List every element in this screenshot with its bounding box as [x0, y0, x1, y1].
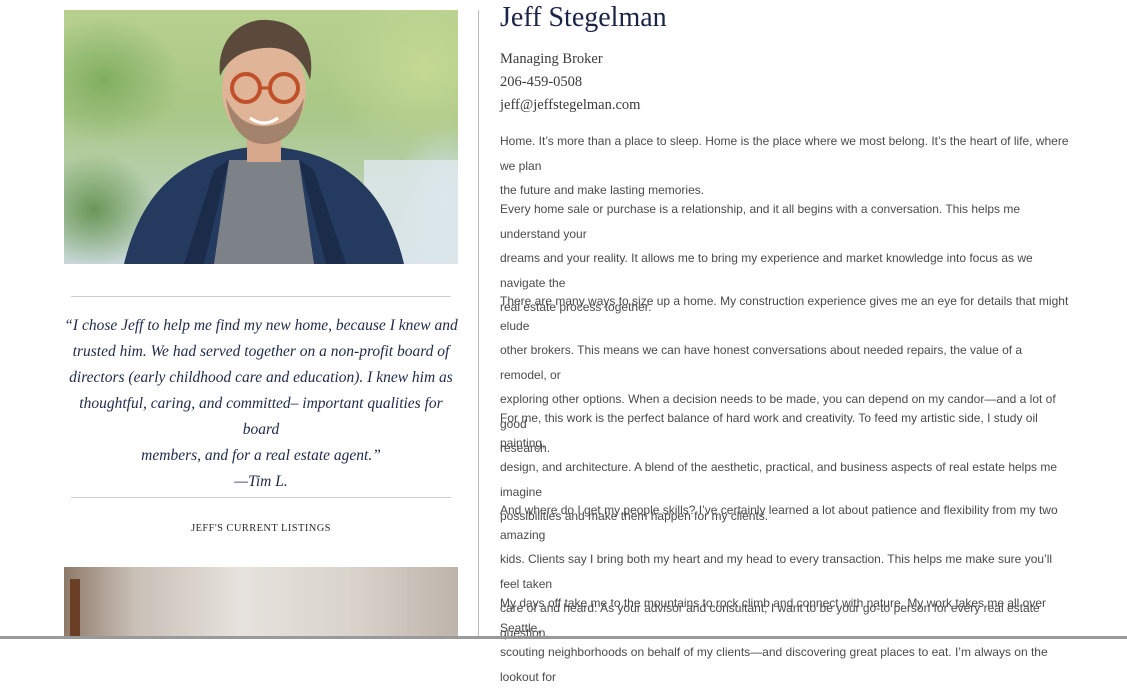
agent-phone-link[interactable]: 206-459-0508: [500, 74, 582, 91]
agent-name: Jeff Stegelman: [500, 2, 667, 33]
agent-portrait: [64, 10, 458, 264]
listing-photo[interactable]: [64, 567, 458, 639]
bio-line: other brokers. This means we can have ho…: [500, 343, 1023, 382]
testimonial-line: “I chose Jeff to help me find my new hom…: [64, 317, 458, 334]
testimonial-author: —Tim L.: [234, 473, 288, 490]
agent-title: Managing Broker: [500, 51, 603, 67]
bio-paragraph: Home. It’s more than a place to sleep. H…: [500, 129, 1070, 203]
bio-paragraph: My days off take me to the mountains to …: [500, 591, 1070, 689]
bio-line: And where do I get my people skills? I’v…: [500, 503, 1058, 542]
bio-line: For me, this work is the perfect balance…: [500, 411, 1038, 450]
testimonial-line: trusted him. We had served together on a…: [72, 343, 450, 360]
bio-line: Every home sale or purchase is a relatio…: [500, 202, 1021, 241]
testimonial-line: members, and for a real estate agent.”: [141, 447, 381, 464]
bio-line: There are many ways to size up a home. M…: [500, 294, 1069, 333]
quote-top-divider: [71, 296, 451, 297]
bio-line: My days off take me to the mountains to …: [500, 596, 1047, 635]
agent-email-link[interactable]: jeff@jeffstegelman.com: [500, 97, 640, 114]
bio-line: kids. Clients say I bring both my heart …: [500, 552, 1053, 591]
listing-photo-door-frame: [70, 579, 80, 639]
bio-line: Home. It’s more than a place to sleep. H…: [500, 134, 1069, 173]
bio-line: dreams and your reality. It allows me to…: [500, 251, 1033, 290]
column-divider: [478, 10, 479, 639]
agent-portrait-illustration: [124, 19, 458, 264]
testimonial-quote: “I chose Jeff to help me find my new hom…: [64, 313, 458, 495]
testimonial-line: thoughtful, caring, and committed– impor…: [79, 395, 443, 438]
quote-bottom-divider: [71, 497, 451, 498]
current-listings-heading[interactable]: JEFF'S CURRENT LISTINGS: [64, 523, 458, 534]
sidebar: “I chose Jeff to help me find my new hom…: [0, 0, 478, 639]
bio-line: design, and architecture. A blend of the…: [500, 460, 1058, 499]
bio-line: scouting neighborhoods on behalf of my c…: [500, 645, 1048, 684]
testimonial-line: directors (early childhood care and educ…: [69, 369, 453, 386]
